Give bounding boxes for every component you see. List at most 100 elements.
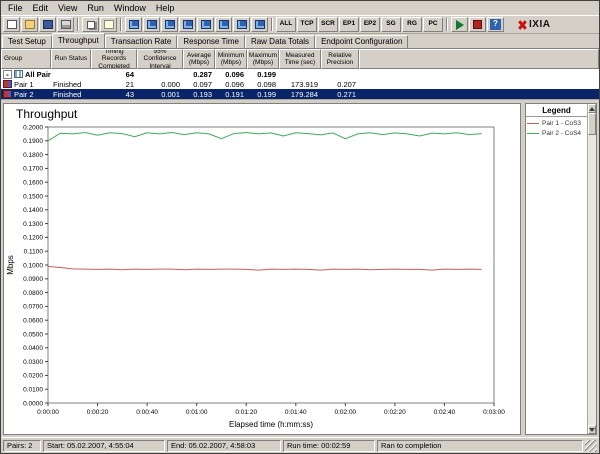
column-header[interactable]: Measured Time (sec) <box>279 49 321 69</box>
scroll-up-icon[interactable] <box>588 104 596 113</box>
replicate-pair-button[interactable] <box>161 17 178 32</box>
print-button[interactable] <box>57 17 74 32</box>
legend-scrollbar[interactable] <box>587 104 596 434</box>
table-row[interactable]: - All Pairs 64 0.287 0.096 0.199 <box>1 69 599 79</box>
menu-edit[interactable]: Edit <box>28 3 54 13</box>
menu-view[interactable]: View <box>53 3 82 13</box>
tab-test-setup[interactable]: Test Setup <box>2 35 52 48</box>
connect-endpoints-button[interactable] <box>233 17 250 32</box>
column-header-filler <box>359 49 599 69</box>
tab-transaction-rate[interactable]: Transaction Rate <box>104 35 178 48</box>
view-filter-all[interactable]: ALL <box>276 17 296 32</box>
svg-text:0.1900: 0.1900 <box>23 138 43 145</box>
svg-text:0.1400: 0.1400 <box>23 207 43 214</box>
tab-endpoint-configuration[interactable]: Endpoint Configuration <box>315 35 409 48</box>
print-icon <box>60 20 71 29</box>
message-log-button[interactable] <box>100 17 117 32</box>
table-row[interactable]: Pair 1 Finished 21 0.000 0.097 0.096 0.098 173.… <box>1 79 599 89</box>
open-test-button[interactable] <box>21 17 38 32</box>
cell: 0.193 <box>193 89 212 99</box>
svg-text:0.1600: 0.1600 <box>23 180 43 187</box>
column-header[interactable]: Group <box>1 49 51 69</box>
scroll-down-icon[interactable] <box>588 425 596 434</box>
edit-multicast-group-icon <box>218 20 229 29</box>
column-header[interactable]: Maximum (Mbps) <box>247 49 279 69</box>
view-filter-scr[interactable]: SCR <box>318 17 338 32</box>
svg-text:0:00:20: 0:00:20 <box>87 409 109 416</box>
view-filter-ep2[interactable]: EP2 <box>360 17 380 32</box>
add-multicast-group-button[interactable] <box>197 17 214 32</box>
menu-file[interactable]: File <box>3 3 28 13</box>
menu-help[interactable]: Help <box>151 3 180 13</box>
table-header: Group Run Status Timing Records Completed 9… <box>1 49 599 69</box>
copy-test-button[interactable] <box>82 17 99 32</box>
add-pair-button[interactable] <box>125 17 142 32</box>
new-test-button[interactable] <box>3 17 20 32</box>
disconnect-endpoints-button[interactable] <box>251 17 268 32</box>
svg-text:0.0800: 0.0800 <box>23 290 43 297</box>
replicate-pair-icon <box>164 20 175 29</box>
tab-throughput[interactable]: Throughput <box>51 33 105 48</box>
column-header[interactable]: Timing Records Completed <box>91 49 137 69</box>
row-label: All Pairs <box>25 69 51 79</box>
menu-window[interactable]: Window <box>109 3 151 13</box>
run-test-button[interactable] <box>451 17 468 32</box>
svg-text:0.1200: 0.1200 <box>23 235 43 242</box>
svg-text:0:02:20: 0:02:20 <box>384 409 406 416</box>
swap-endpoints-button[interactable] <box>179 17 196 32</box>
svg-text:0.0000: 0.0000 <box>23 400 43 407</box>
view-filter-rg[interactable]: RG <box>402 17 422 32</box>
svg-text:0:03:00: 0:03:00 <box>483 409 505 416</box>
view-filter-pc[interactable]: PC <box>423 17 443 32</box>
svg-text:0.0700: 0.0700 <box>23 304 43 311</box>
svg-text:0.1300: 0.1300 <box>23 221 43 228</box>
menu-run[interactable]: Run <box>82 3 109 13</box>
column-header[interactable]: Average (Mbps) <box>183 49 215 69</box>
collapse-icon[interactable]: - <box>3 69 12 79</box>
cell: 0.001 <box>161 89 180 99</box>
svg-text:0.0500: 0.0500 <box>23 331 43 338</box>
edit-multicast-group-button[interactable] <box>215 17 232 32</box>
cell: 0.191 <box>225 89 244 99</box>
scrollbar-thumb[interactable] <box>588 113 596 135</box>
content-area: Throughput 0.0000 0.0100 0.0200 0.0300 0.040… <box>1 100 599 437</box>
ixia-logo: IXIA <box>515 19 553 30</box>
svg-text:0:01:00: 0:01:00 <box>186 409 208 416</box>
ixia-x-icon <box>518 20 527 30</box>
stop-test-button[interactable] <box>469 17 486 32</box>
column-header[interactable]: Relative Precision <box>321 49 359 69</box>
cell: 0.199 <box>257 89 276 99</box>
view-filter-tcp[interactable]: TCP <box>297 17 317 32</box>
tab-response-time[interactable]: Response Time <box>177 35 245 48</box>
cell: 0.207 <box>337 79 356 89</box>
menu-bar: File Edit View Run Window Help <box>1 1 599 15</box>
resize-grip[interactable] <box>585 439 597 452</box>
x-axis-title: Elapsed time (h:mm:ss) <box>229 420 313 429</box>
y-axis-title: Mbps <box>6 255 15 275</box>
ixia-logo-text: IXIA <box>529 19 551 30</box>
toolbar: ALL TCP SCR EP1 EP2 SG RG PC? IXIA <box>1 15 599 34</box>
edit-pair-button[interactable] <box>143 17 160 32</box>
svg-text:0:02:40: 0:02:40 <box>434 409 456 416</box>
cell: 0.096 <box>225 79 244 89</box>
save-test-button[interactable] <box>39 17 56 32</box>
stop-test-icon <box>473 20 482 29</box>
pair-icon <box>3 90 12 98</box>
column-header[interactable]: 95% Confidence Interval <box>137 49 183 69</box>
open-test-icon <box>24 20 35 29</box>
view-filter-sg[interactable]: SG <box>381 17 401 32</box>
table-row[interactable]: Pair 2 Finished 43 0.001 0.193 0.191 0.199 179.… <box>1 89 599 99</box>
toolbar-separator <box>446 18 448 31</box>
view-filter-ep1[interactable]: EP1 <box>339 17 359 32</box>
cell: 0.271 <box>337 89 356 99</box>
help-button[interactable]: ? <box>487 17 504 32</box>
column-header[interactable]: Minimum (Mbps) <box>215 49 247 69</box>
cell: 0.097 <box>193 79 212 89</box>
svg-text:0:01:20: 0:01:20 <box>235 409 257 416</box>
svg-text:0.1100: 0.1100 <box>24 249 44 256</box>
column-header[interactable]: Run Status <box>51 49 91 69</box>
svg-text:0.2000: 0.2000 <box>23 124 43 131</box>
tab-bar: Test Setup Throughput Transaction Rate Resp… <box>1 33 599 49</box>
group-cell: - All Pairs <box>1 69 51 79</box>
tab-raw-data-totals[interactable]: Raw Data Totals <box>244 35 316 48</box>
